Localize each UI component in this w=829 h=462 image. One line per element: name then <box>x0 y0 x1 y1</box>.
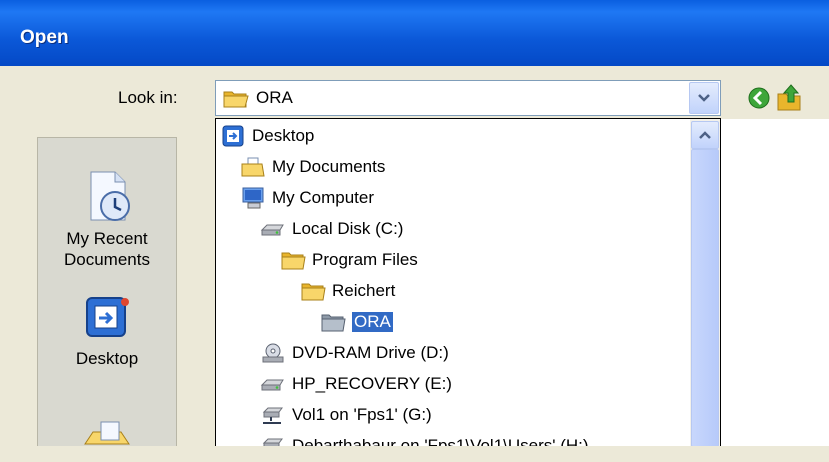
tree-item-label: DVD-RAM Drive (D:) <box>292 343 449 362</box>
tree-item-my-documents[interactable]: My Documents <box>240 153 385 181</box>
network-drive-icon <box>260 435 286 446</box>
scroll-thumb[interactable] <box>691 149 719 446</box>
look-in-value: ORA <box>256 88 293 107</box>
back-button[interactable] <box>747 86 771 115</box>
desktop-icon <box>86 297 129 337</box>
look-in-dropdown-list[interactable]: Desktop My Documents My Computer Local D… <box>215 118 721 446</box>
tree-item-label: ORA <box>351 311 394 333</box>
tree-item-label: Desktop <box>252 126 315 145</box>
tree-item-label: My Documents <box>272 157 386 176</box>
tree-item-label: Debarthabaur on 'Fps1\Vol1\Users' (H:) <box>292 436 589 446</box>
up-folder-icon <box>777 84 801 111</box>
tree-item-program-files[interactable]: Program Files <box>280 246 418 274</box>
chevron-down-icon <box>698 94 710 102</box>
tree-item-desktop[interactable]: Desktop <box>220 122 314 150</box>
computer-icon <box>240 187 266 209</box>
folder-icon <box>320 311 346 333</box>
chevron-up-icon <box>699 131 711 139</box>
tree-item-label: HP_RECOVERY (E:) <box>292 374 452 393</box>
tree-item-label: Program Files <box>312 250 418 269</box>
scroll-up-button[interactable] <box>691 121 719 149</box>
tree-item-users-h[interactable]: Debarthabaur on 'Fps1\Vol1\Users' (H:) <box>260 432 589 446</box>
folder-icon <box>300 280 326 302</box>
title-bar[interactable]: Open <box>0 0 829 66</box>
documents-folder-icon <box>240 156 266 178</box>
places-recent-line1: My Recent <box>66 229 148 248</box>
window-title: Open <box>20 27 69 48</box>
tree-item-vol1-g[interactable]: Vol1 on 'Fps1' (G:) <box>260 401 432 429</box>
places-recent-line2: Documents <box>64 250 150 269</box>
tree-item-label: Vol1 on 'Fps1' (G:) <box>292 405 432 424</box>
recent-documents-icon <box>90 171 130 221</box>
file-list-area[interactable] <box>720 119 829 446</box>
look-in-combobox[interactable]: ORA <box>215 80 721 116</box>
documents-folder-icon <box>84 421 130 445</box>
dvd-drive-icon <box>260 342 286 364</box>
places-recent-documents[interactable]: My Recent Documents <box>38 168 176 270</box>
folder-icon <box>280 249 306 271</box>
tree-item-label: Local Disk (C:) <box>292 219 404 238</box>
look-in-label: Look in: <box>118 88 178 107</box>
tree-item-reichert[interactable]: Reichert <box>300 277 395 305</box>
look-in-dropdown-button[interactable] <box>689 82 719 114</box>
back-arrow-icon <box>748 87 770 109</box>
places-bar: My Recent Documents Desktop <box>37 137 177 446</box>
desktop-icon <box>220 125 246 147</box>
tree-item-label: Reichert <box>332 281 396 300</box>
places-desktop-label: Desktop <box>75 349 139 368</box>
tree-item-my-computer[interactable]: My Computer <box>240 184 374 212</box>
tree-item-label: My Computer <box>272 188 375 207</box>
up-one-level-button[interactable] <box>775 82 803 117</box>
places-my-documents[interactable] <box>38 418 176 462</box>
dropdown-scrollbar[interactable] <box>690 119 720 446</box>
hard-disk-icon <box>260 373 286 395</box>
hard-disk-icon <box>260 218 286 240</box>
network-drive-icon <box>260 404 286 426</box>
tree-item-hp-recovery-e[interactable]: HP_RECOVERY (E:) <box>260 370 452 398</box>
open-folder-icon <box>222 87 250 114</box>
tree-item-ora-selected[interactable]: ORA <box>320 308 394 336</box>
places-desktop[interactable]: Desktop <box>38 294 176 369</box>
tree-item-local-disk-c[interactable]: Local Disk (C:) <box>260 215 403 243</box>
tree-item-dvd-ram-drive-d[interactable]: DVD-RAM Drive (D:) <box>260 339 449 367</box>
